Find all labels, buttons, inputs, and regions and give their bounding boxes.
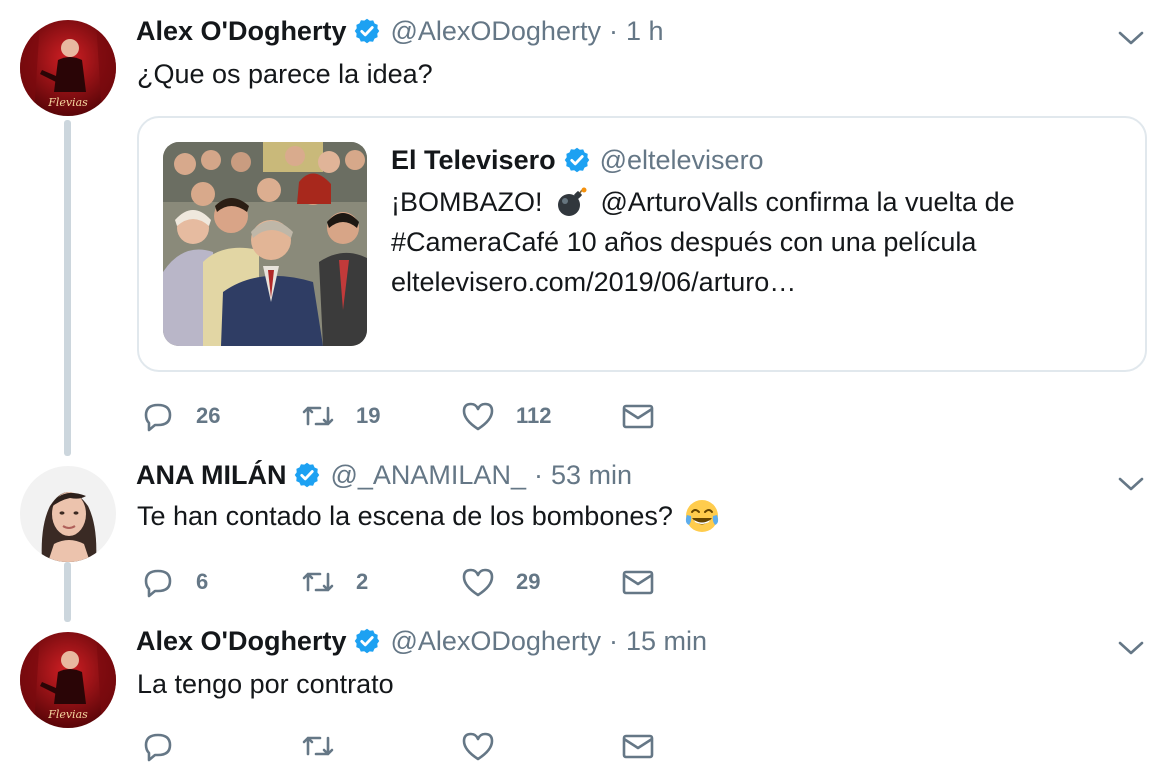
quoted-text-line: ¡BOMBAZO! @ArturoValls confirma la vuelt… [391, 184, 1015, 220]
like-count: 112 [516, 403, 552, 428]
retweet-icon [302, 736, 334, 756]
verified-badge-icon [563, 146, 591, 174]
tweet[interactable]: Flevias Alex O'Dogherty @AlexODogherty ·… [0, 622, 1174, 778]
retweet-icon [302, 406, 334, 426]
verified-badge-icon [353, 627, 381, 655]
chevron-down-icon[interactable] [1116, 638, 1146, 658]
like-button[interactable] [460, 726, 516, 766]
chevron-down-icon[interactable] [1116, 28, 1146, 48]
like-button[interactable]: 29 [460, 562, 540, 602]
avatar[interactable]: Flevias [20, 20, 116, 116]
tweet-text-content: Te han contado la escena de los bombones… [137, 500, 673, 531]
svg-text:Flevias: Flevias [47, 708, 88, 721]
author-name[interactable]: ANA MILÁN [136, 460, 286, 491]
heart-icon [462, 402, 494, 431]
svg-text:Flevias: Flevias [47, 96, 88, 109]
tweet-header: ANA MILÁN @_ANAMILAN_ · 53 min [136, 458, 632, 492]
bomb-emoji [557, 187, 587, 216]
author-handle[interactable]: @_ANAMILAN_ [330, 460, 525, 491]
tweet-actions [138, 726, 698, 766]
timestamp[interactable]: 1 h [626, 16, 664, 47]
reply-count: 26 [196, 403, 221, 428]
quoted-tweet[interactable]: El Televisero @eltelevisero ¡BOMBAZO! @A… [137, 116, 1147, 372]
heart-icon [462, 732, 494, 761]
quoted-text-bombazo: ¡BOMBAZO! [391, 186, 543, 217]
separator-dot: · [533, 459, 543, 490]
envelope-icon [622, 570, 654, 595]
quoted-text-line: #CameraCafé 10 años después con una pelí… [391, 226, 977, 257]
separator-dot: · [608, 625, 618, 656]
timestamp[interactable]: 15 min [626, 626, 707, 657]
reply-icon [144, 569, 172, 598]
reply-button[interactable]: 26 [140, 396, 220, 436]
author-handle[interactable]: @AlexODogherty [390, 626, 601, 657]
avatar[interactable] [20, 466, 116, 562]
verified-badge-icon [353, 17, 381, 45]
heart-icon [462, 568, 494, 597]
tweet-header: Alex O'Dogherty @AlexODogherty · 1 h [136, 14, 664, 48]
retweet-count: 19 [356, 403, 381, 428]
quoted-tweet-image[interactable] [163, 142, 367, 346]
direct-message-button[interactable] [620, 726, 656, 766]
tweet-actions: 26 19 112 [138, 396, 698, 436]
tears-of-joy-emoji [685, 500, 719, 532]
tweet-text: La tengo por contrato [137, 668, 394, 699]
author-name[interactable]: Alex O'Dogherty [136, 16, 346, 47]
avatar[interactable]: Flevias [20, 632, 116, 728]
tweet-text: Te han contado la escena de los bombones… [137, 499, 721, 533]
direct-message-button[interactable] [620, 562, 656, 602]
retweet-button[interactable] [300, 726, 356, 766]
quoted-link[interactable]: eltelevisero.com/2019/06/arturo… [391, 264, 796, 300]
separator-dot: · [608, 15, 618, 46]
like-count: 29 [516, 569, 541, 594]
quoted-author-handle[interactable]: @eltelevisero [600, 145, 764, 176]
retweet-count: 2 [356, 569, 369, 594]
reply-button[interactable] [140, 726, 196, 766]
author-handle[interactable]: @AlexODogherty [390, 16, 601, 47]
retweet-button[interactable]: 2 [300, 562, 368, 602]
reply-button[interactable]: 6 [140, 562, 208, 602]
chevron-down-icon[interactable] [1116, 474, 1146, 494]
timestamp[interactable]: 53 min [551, 460, 632, 491]
like-button[interactable]: 112 [460, 396, 552, 436]
reply-icon [144, 403, 172, 432]
envelope-icon [622, 734, 654, 759]
verified-badge-icon [293, 461, 321, 489]
reply-count: 6 [196, 569, 209, 594]
tweet[interactable]: Flevias Alex O'Dogherty @AlexODogherty ·… [0, 0, 1174, 456]
retweet-icon [302, 572, 334, 592]
quoted-tweet-header: El Televisero @eltelevisero [391, 142, 764, 178]
direct-message-button[interactable] [620, 396, 656, 436]
tweet-actions: 6 2 29 [138, 562, 698, 602]
retweet-button[interactable]: 19 [300, 396, 380, 436]
envelope-icon [622, 404, 654, 429]
tweet-header: Alex O'Dogherty @AlexODogherty · 15 min [136, 624, 707, 658]
reply-icon [144, 733, 172, 762]
tweet[interactable]: ANA MILÁN @_ANAMILAN_ · 53 min Te han co… [0, 456, 1174, 622]
quoted-author-name[interactable]: El Televisero [391, 145, 556, 176]
author-name[interactable]: Alex O'Dogherty [136, 626, 346, 657]
tweet-text: ¿Que os parece la idea? [137, 58, 433, 89]
quoted-text-mention: @ArturoValls confirma la vuelta de [600, 186, 1015, 217]
